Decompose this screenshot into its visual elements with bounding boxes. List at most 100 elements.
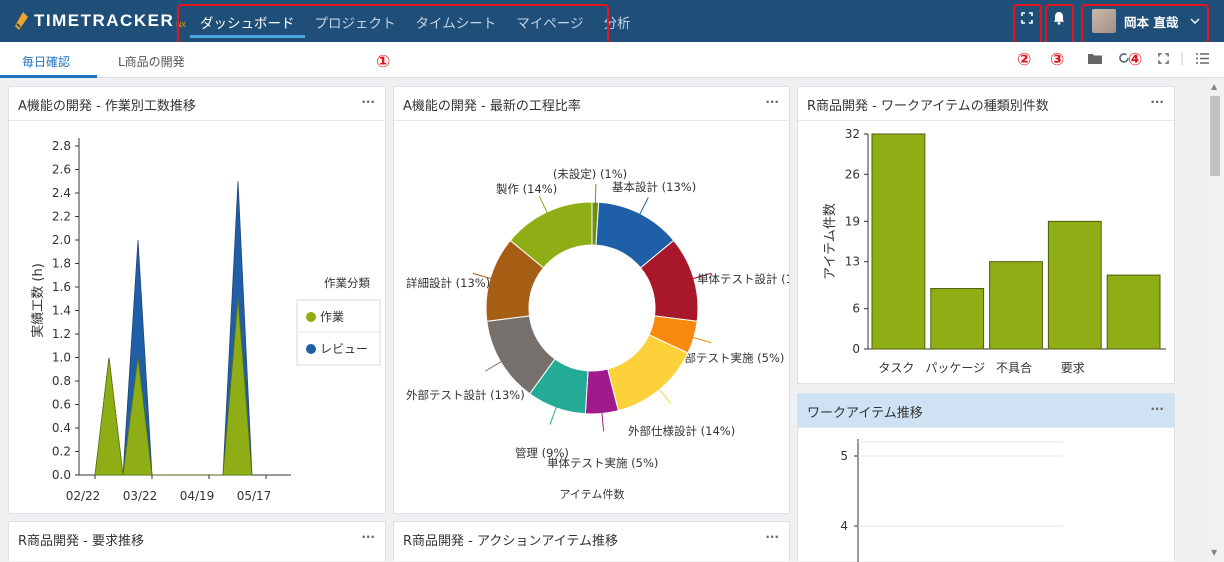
- x-tick-label: 03/22: [123, 489, 158, 503]
- scroll-down-icon[interactable]: ▼: [1211, 548, 1217, 557]
- pie-leader-line: [485, 360, 503, 372]
- bar: [871, 133, 926, 350]
- y-tick-label: 0.6: [52, 398, 71, 412]
- legend-label: レビュー: [320, 342, 368, 356]
- y-tick-label: 0.8: [52, 374, 71, 388]
- x-tick-label: パッケージ: [925, 361, 985, 375]
- pie-slice-label: 単体テスト設計 (13%): [697, 272, 789, 286]
- y-tick-label: 0.2: [52, 445, 71, 459]
- x-axis-label: アイテム件数: [560, 488, 625, 501]
- toolbar-divider: |: [1180, 51, 1185, 65]
- y-tick-label: 2.6: [52, 163, 71, 177]
- y-tick-label: 4: [840, 519, 848, 533]
- logo-text: TIMETRACKER: [34, 11, 175, 30]
- panel-title: R商品開発 - 要求推移: [18, 534, 144, 549]
- bar-chart: 0 6 13 19 26 32 アイテム件数タスク パッケージ 不具合 要求: [823, 127, 1166, 375]
- legend-swatch: [306, 344, 316, 354]
- x-tick-label: 05/17: [237, 489, 272, 503]
- panel-header: A機能の開発 - 最新の工程比率 ···: [394, 87, 789, 121]
- x-tick-label: 04/19: [180, 489, 215, 503]
- y-tick-label: 0.0: [52, 468, 71, 482]
- pie-leader-line: [538, 195, 549, 215]
- legend-swatch: [306, 312, 316, 322]
- y-tick-label: 1.8: [52, 257, 71, 271]
- y-tick-label: 2.0: [52, 233, 71, 247]
- y-tick-label: 5: [840, 449, 848, 463]
- callout-3: ③: [1050, 50, 1065, 70]
- expand-icon[interactable]: [1158, 53, 1169, 67]
- dashboard-tab-bar: 毎日確認 L商品の開発 |: [0, 42, 1224, 78]
- pie-slice-label: 外部テスト実施 (5%): [673, 351, 784, 365]
- panel-action-item-trend: R商品開発 - アクションアイテム推移 ···: [393, 521, 790, 561]
- line-chart: 45: [840, 439, 1063, 562]
- y-tick-label: 1.2: [52, 327, 71, 341]
- y-tick-label: 19: [845, 214, 860, 228]
- pie-leader-line: [638, 197, 649, 216]
- panel-menu-button[interactable]: ···: [1150, 402, 1164, 416]
- y-tick-label: 32: [845, 127, 860, 141]
- panel-header: R商品開発 - アクションアイテム推移 ···: [394, 522, 789, 556]
- panel-title: R商品開発 - ワークアイテムの種類別件数: [807, 99, 1049, 114]
- pie-leader-line: [691, 336, 712, 344]
- pie-leader-line: [601, 411, 605, 432]
- folder-icon[interactable]: [1088, 53, 1102, 67]
- pie-leader-line: [549, 405, 558, 425]
- panel-header: ワークアイテム推移 ···: [798, 394, 1174, 428]
- panel-title: R商品開発 - アクションアイテム推移: [403, 534, 619, 549]
- panel-header: R商品開発 - ワークアイテムの種類別件数 ···: [798, 87, 1174, 121]
- panel-menu-button[interactable]: ···: [361, 95, 375, 109]
- panel-title: A機能の開発 - 作業別工数推移: [18, 99, 196, 114]
- x-tick-label: タスク: [878, 361, 914, 375]
- panel-header: R商品開発 - 要求推移 ···: [9, 522, 385, 556]
- panel-menu-button[interactable]: ···: [361, 530, 375, 544]
- x-tick-label: 02/22: [66, 489, 101, 503]
- active-tab-indicator: [0, 75, 97, 78]
- pie-slice-label: 製作 (14%): [496, 182, 557, 196]
- area-chart: 0.0 0.2 0.4 0.6 0.8 1.0 1.2 1.4 1.6 1.8 2.0 2.2 2.4 2…: [30, 138, 381, 503]
- callout-1: ①: [376, 52, 391, 72]
- y-tick-label: 26: [845, 167, 860, 181]
- pie-slice-label: 外部仕様設計 (14%): [628, 424, 735, 438]
- x-tick-label: 不具合: [996, 360, 1032, 375]
- pie-slice-label: 詳細設計 (13%): [406, 276, 490, 290]
- y-axis-label: アイテム件数: [823, 203, 838, 280]
- donut-chart: (未設定) (1%)基本設計 (13%) 単体テスト設計 (13%) 外部テスト実施…: [406, 167, 789, 501]
- y-tick-label: 13: [845, 255, 860, 269]
- y-tick-label: 6: [852, 302, 860, 316]
- y-tick-label: 2.4: [52, 186, 71, 200]
- legend-title: 作業分類: [324, 276, 370, 290]
- legend-label: 作業: [320, 310, 344, 324]
- y-tick-label: 0.4: [52, 421, 71, 435]
- logo-mark-icon: [15, 12, 28, 30]
- scrollbar-thumb[interactable]: [1210, 96, 1220, 176]
- y-tick-label: 1.0: [52, 351, 71, 365]
- panel-header: A機能の開発 - 作業別工数推移 ···: [9, 87, 385, 121]
- pie-slice-label: 基本設計 (13%): [612, 180, 696, 194]
- bar: [1106, 274, 1161, 350]
- y-tick-label: 0: [852, 342, 860, 356]
- list-icon[interactable]: [1196, 53, 1209, 67]
- panel-menu-button[interactable]: ···: [765, 530, 779, 544]
- pie-slice-label: 外部テスト設計 (13%): [406, 388, 525, 402]
- y-tick-label: 1.4: [52, 304, 71, 318]
- scroll-up-icon[interactable]: ▲: [1211, 82, 1217, 91]
- panel-title: ワークアイテム推移: [807, 406, 923, 421]
- panel-menu-button[interactable]: ···: [1150, 95, 1164, 109]
- tab-daily-check[interactable]: 毎日確認: [22, 53, 70, 70]
- tab-l-product[interactable]: L商品の開発: [118, 53, 185, 70]
- bar: [989, 261, 1043, 350]
- pie-slice-label: 管理 (9%): [515, 446, 569, 460]
- panel-process-ratio: A機能の開発 - 最新の工程比率 ··· (未設定) (1%) 基本設計 (13%…: [393, 86, 790, 514]
- panel-menu-button[interactable]: ···: [765, 95, 779, 109]
- y-tick-label: 1.6: [52, 280, 71, 294]
- x-tick-label: 要求: [1061, 361, 1085, 375]
- annotation-box-bell: [1045, 4, 1074, 46]
- annotation-box-fullscreen: [1013, 4, 1042, 46]
- pie-slice-label: (未設定) (1%): [553, 167, 627, 181]
- vertical-scrollbar[interactable]: ▲ ▼: [1206, 78, 1224, 561]
- y-tick-label: 2.8: [52, 139, 71, 153]
- y-axis-label: 実績工数 (h): [30, 263, 46, 338]
- app-logo[interactable]: TIMETRACKER NX: [14, 10, 186, 32]
- bar: [930, 288, 985, 350]
- callout-2: ②: [1017, 50, 1032, 70]
